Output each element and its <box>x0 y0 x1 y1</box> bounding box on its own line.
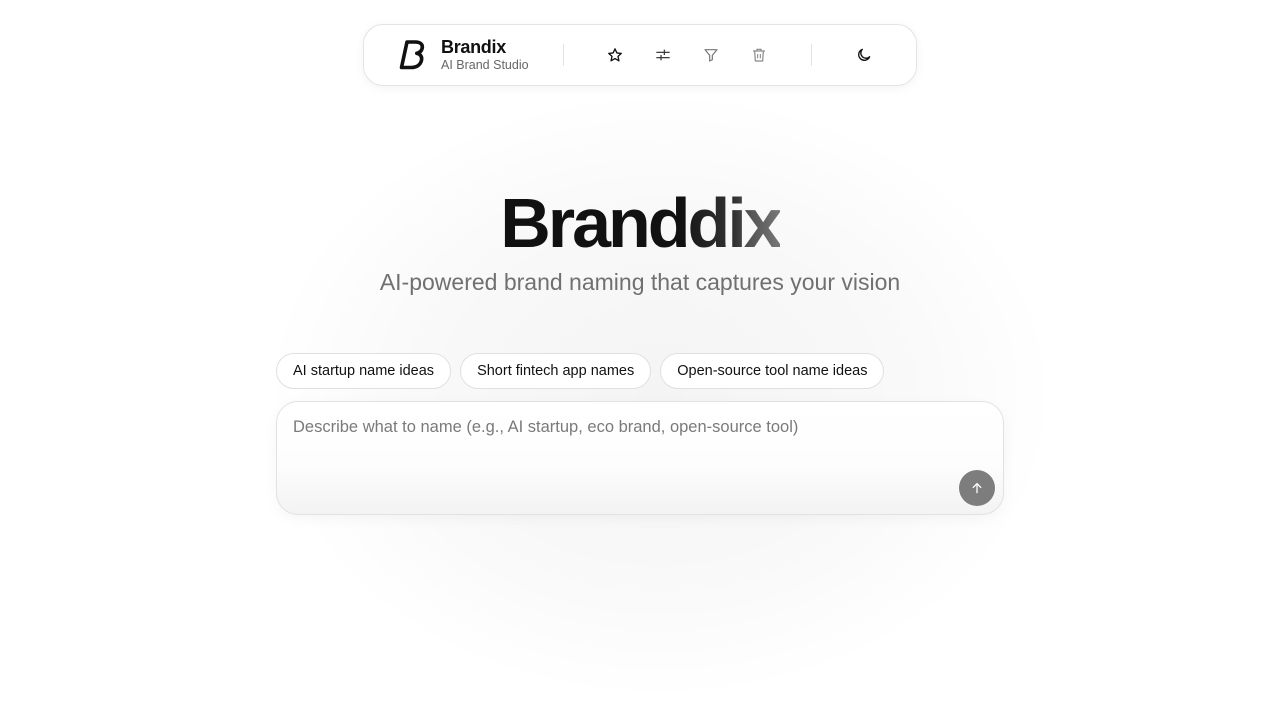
suggestion-chip[interactable]: Open-source tool name ideas <box>660 353 885 389</box>
brand-name: Brandix <box>441 37 506 57</box>
clear-button[interactable] <box>747 43 771 67</box>
suggestion-chip[interactable]: Short fintech app names <box>460 353 652 389</box>
trash-icon <box>753 48 766 62</box>
app-root: Brandix AI Brand Studio Branddix AI-powe… <box>0 0 1280 720</box>
hero-title-part1: Brand <box>500 184 690 262</box>
prompt-composer <box>276 401 1004 515</box>
hero-title: Branddix <box>0 183 1280 263</box>
star-icon <box>608 48 623 62</box>
brand-logo-icon <box>398 39 428 71</box>
toolbar-actions <box>564 43 812 67</box>
send-button[interactable] <box>959 470 995 506</box>
theme-toggle-button[interactable] <box>852 43 876 67</box>
top-toolbar: Brandix AI Brand Studio <box>363 24 917 86</box>
suggestion-chips: AI startup name ideas Short fintech app … <box>276 353 885 389</box>
sliders-icon <box>656 49 671 61</box>
filter-button[interactable] <box>699 43 723 67</box>
settings-button[interactable] <box>651 43 675 67</box>
favorites-button[interactable] <box>603 43 627 67</box>
brand-block[interactable]: Brandix AI Brand Studio <box>364 37 563 73</box>
hero-title-part2-lead: d <box>687 184 731 262</box>
suggestion-chip[interactable]: AI startup name ideas <box>276 353 452 389</box>
hero-title-part2: ix <box>727 184 782 262</box>
moon-icon <box>858 48 871 61</box>
brand-subtitle: AI Brand Studio <box>441 58 529 72</box>
arrow-up-icon <box>972 482 982 494</box>
hero-subtitle: AI-powered brand naming that captures yo… <box>379 269 901 295</box>
theme-toggle-wrap <box>812 43 916 67</box>
prompt-input[interactable] <box>293 418 943 478</box>
filter-icon <box>704 49 719 62</box>
